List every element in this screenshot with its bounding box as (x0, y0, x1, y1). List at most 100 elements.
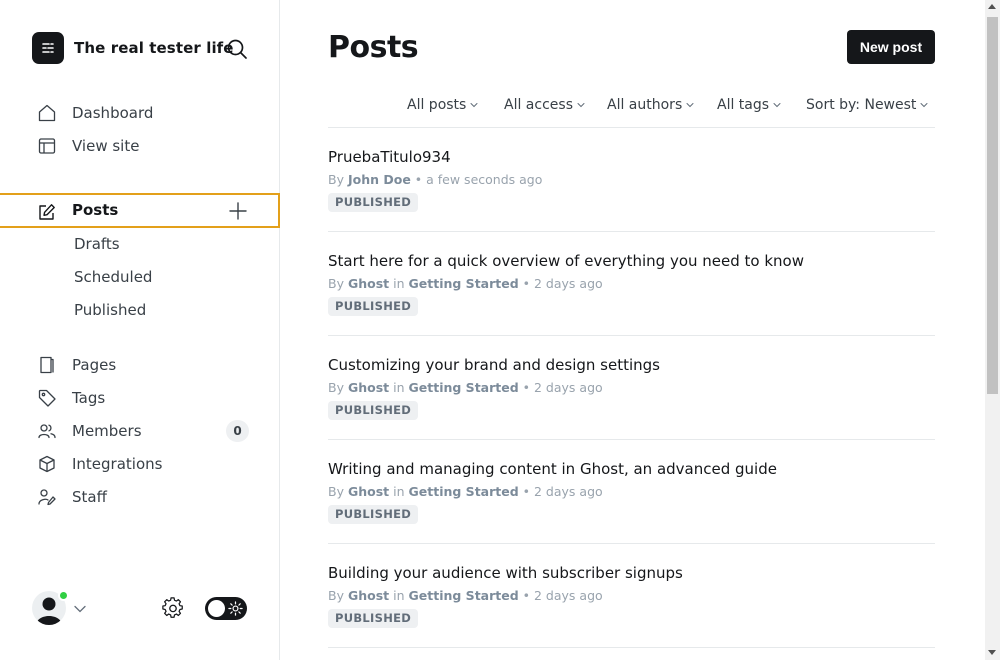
sidebar-item-label: View site (72, 137, 140, 155)
filter-label: All tags (717, 97, 770, 113)
site-brand[interactable]: The real tester life (32, 32, 234, 64)
edit-pencil-icon (38, 203, 56, 221)
plus-icon[interactable] (228, 201, 248, 221)
filter-sort-by[interactable]: Sort by: Newest (806, 95, 928, 115)
post-meta: By Ghost in Getting Started • 2 days ago (328, 484, 603, 499)
sun-icon (228, 601, 243, 616)
post-time: 2 days ago (534, 380, 603, 395)
chevron-down-icon (686, 103, 694, 108)
post-time: 2 days ago (534, 276, 603, 291)
filter-all-posts[interactable]: All posts (407, 95, 478, 115)
tag-icon (38, 389, 56, 407)
post-title[interactable]: Building your audience with subscriber s… (328, 564, 683, 582)
post-title[interactable]: Writing and managing content in Ghost, a… (328, 460, 777, 478)
scrollbar-thumb[interactable] (987, 17, 998, 394)
gear-icon[interactable] (162, 597, 184, 619)
sidebar-item-label: Staff (72, 488, 107, 506)
status-badge: PUBLISHED (328, 193, 419, 212)
meta-in: in (393, 380, 405, 395)
filter-all-access[interactable]: All access (504, 95, 585, 115)
scroll-down-arrow-icon[interactable] (988, 650, 996, 655)
sidebar-item-tags[interactable]: Tags (38, 386, 105, 410)
sidebar-item-integrations[interactable]: Integrations (38, 452, 162, 476)
post-meta: By Ghost in Getting Started • 2 days ago (328, 588, 603, 603)
filter-all-tags[interactable]: All tags (717, 95, 781, 115)
scroll-up-arrow-icon[interactable] (988, 4, 996, 9)
sidebar-item-pages[interactable]: Pages (38, 353, 116, 377)
post-time: 2 days ago (534, 484, 603, 499)
post-list-item[interactable]: Building your audience with subscriber s… (328, 544, 935, 648)
sidebar-item-label: Posts (72, 201, 119, 219)
browser-layout-icon (38, 137, 56, 155)
post-tag: Getting Started (408, 276, 519, 291)
site-title: The real tester life (74, 39, 234, 57)
vertical-scrollbar[interactable] (985, 0, 1000, 660)
meta-in: in (393, 588, 405, 603)
sidebar-item-label: Members (72, 422, 142, 440)
meta-by: By (328, 380, 344, 395)
members-icon (38, 422, 56, 440)
chevron-down-icon (470, 103, 478, 108)
meta-in: in (393, 276, 405, 291)
meta-by: By (328, 588, 344, 603)
chevron-down-icon (773, 103, 781, 108)
post-meta: By John Doe • a few seconds ago (328, 172, 543, 187)
post-list-item[interactable]: Writing and managing content in Ghost, a… (328, 440, 935, 544)
house-icon (38, 104, 56, 122)
search-icon[interactable] (226, 38, 248, 60)
chevron-down-icon[interactable] (73, 601, 87, 615)
status-badge: PUBLISHED (328, 609, 419, 628)
staff-icon (38, 488, 56, 506)
main-content: Posts New post All posts All access All … (280, 0, 985, 660)
post-time: 2 days ago (534, 588, 603, 603)
post-title[interactable]: Start here for a quick overview of every… (328, 252, 804, 270)
sidebar-subitem-drafts[interactable]: Drafts (74, 232, 120, 256)
toggle-knob (208, 600, 225, 617)
sidebar-item-posts[interactable]: Posts (0, 193, 280, 228)
cube-icon (38, 455, 56, 473)
post-meta: By Ghost in Getting Started • 2 days ago (328, 276, 603, 291)
page-title: Posts (328, 30, 419, 65)
online-status-dot (58, 590, 69, 601)
sidebar-item-label: Pages (72, 356, 117, 374)
post-author: Ghost (347, 484, 390, 499)
page-icon (38, 356, 56, 374)
meta-by: By (328, 276, 344, 291)
post-time: a few seconds ago (426, 172, 543, 187)
site-logo-icon (32, 32, 64, 64)
post-author: Ghost (347, 276, 390, 291)
theme-toggle[interactable] (205, 597, 247, 620)
sidebar: The real tester life Dashboard View site (0, 0, 280, 660)
meta-by: By (328, 172, 344, 187)
post-list-item[interactable]: PruebaTitulo934 By John Doe • a few seco… (328, 128, 935, 232)
sidebar-item-label: Integrations (72, 455, 163, 473)
sidebar-item-view-site[interactable]: View site (38, 134, 139, 158)
sidebar-item-dashboard[interactable]: Dashboard (38, 101, 153, 125)
post-title[interactable]: Customizing your brand and design settin… (328, 356, 660, 374)
new-post-button[interactable]: New post (847, 30, 935, 64)
post-title[interactable]: PruebaTitulo934 (328, 148, 451, 166)
filter-label: All posts (407, 97, 467, 113)
post-tag: Getting Started (408, 380, 519, 395)
post-list-item[interactable]: Customizing your brand and design settin… (328, 336, 935, 440)
filter-all-authors[interactable]: All authors (607, 95, 694, 115)
post-list-item[interactable]: Start here for a quick overview of every… (328, 232, 935, 336)
status-badge: PUBLISHED (328, 401, 419, 420)
sidebar-item-label: Dashboard (72, 104, 154, 122)
sidebar-item-staff[interactable]: Staff (38, 485, 107, 509)
status-badge: PUBLISHED (328, 505, 419, 524)
status-badge: PUBLISHED (328, 297, 419, 316)
post-author: Ghost (347, 380, 390, 395)
sidebar-item-label: Tags (72, 389, 106, 407)
members-count-badge: 0 (226, 420, 249, 442)
sidebar-subitem-scheduled[interactable]: Scheduled (74, 265, 152, 289)
post-tag: Getting Started (408, 588, 519, 603)
post-author: Ghost (347, 588, 390, 603)
filter-label: All access (504, 97, 573, 113)
meta-in: in (393, 484, 405, 499)
chevron-down-icon (920, 103, 928, 108)
sidebar-item-members[interactable]: Members (38, 419, 142, 443)
sidebar-subitem-published[interactable]: Published (74, 298, 146, 322)
filter-label: All authors (607, 97, 683, 113)
post-meta: By Ghost in Getting Started • 2 days ago (328, 380, 603, 395)
